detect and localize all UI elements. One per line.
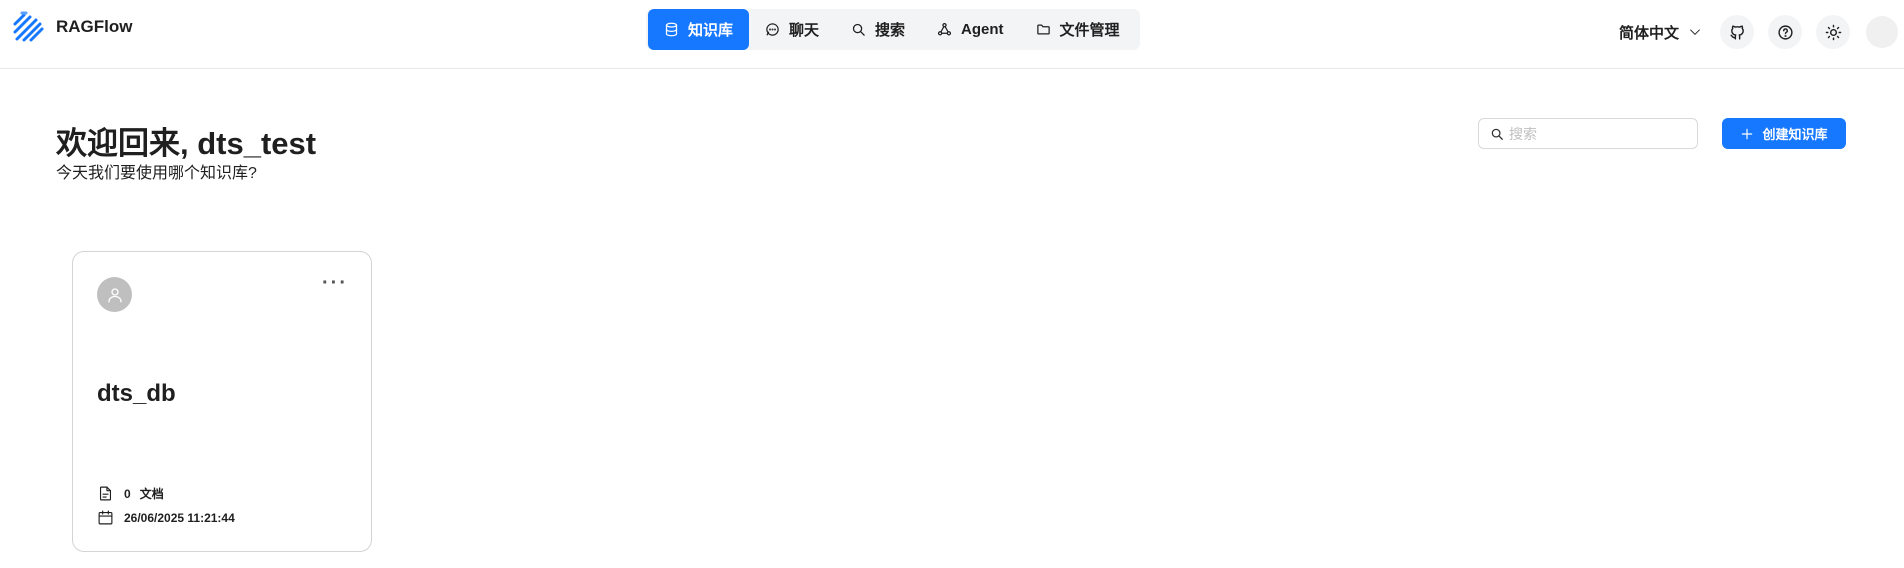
document-icon (99, 486, 112, 501)
nav-agent-label: Agent (961, 21, 1004, 38)
ragflow-logo-icon (13, 11, 44, 42)
search-box[interactable] (1478, 118, 1698, 149)
nav-chat-label: 聊天 (789, 22, 820, 39)
github-icon (1729, 24, 1744, 40)
search-icon (852, 23, 865, 36)
agent-icon (937, 22, 952, 36)
sun-icon (1825, 24, 1841, 40)
create-knowledge-base-button[interactable]: 创建知识库 (1722, 118, 1846, 149)
knowledge-base-card[interactable]: ··· dts_db 0 文档 26/06/2025 11:21:44 (72, 251, 372, 552)
nav-knowledge-base-label: 知识库 (688, 22, 734, 39)
nav-search[interactable]: 搜索 (835, 9, 921, 50)
language-label: 简体中文 (1618, 24, 1679, 42)
ellipsis-icon: ··· (322, 271, 348, 294)
created-date: 26/06/2025 11:21:44 (97, 509, 235, 526)
document-count: 0 文档 (97, 485, 164, 502)
nav-search-label: 搜索 (875, 22, 906, 39)
nav-chat[interactable]: 聊天 (749, 9, 835, 50)
knowledge-base-name: dts_db (97, 380, 176, 407)
top-header: RAGFlow 知识库 聊天 搜索 Agent 文件管理 简体中文 (0, 0, 1904, 69)
chat-icon (766, 23, 779, 36)
created-date-value: 26/06/2025 11:21:44 (124, 510, 235, 525)
language-selector[interactable]: 简体中文 (1619, 22, 1702, 43)
main-nav: 知识库 聊天 搜索 Agent 文件管理 (646, 9, 1140, 50)
more-options-button[interactable]: ··· (317, 272, 353, 294)
header-tools: 简体中文 (1619, 12, 1904, 52)
document-count-value: 0 (124, 486, 131, 501)
welcome-title: 欢迎回来, dts_test (56, 126, 317, 161)
theme-toggle-button[interactable] (1816, 15, 1850, 49)
github-button[interactable] (1720, 15, 1754, 49)
welcome-subtitle: 今天我们要使用哪个知识库? (56, 165, 257, 182)
knowledge-base-avatar (97, 277, 132, 312)
search-icon (1491, 128, 1503, 140)
database-icon (665, 22, 678, 37)
help-button[interactable] (1768, 15, 1802, 49)
nav-file-management[interactable]: 文件管理 (1020, 9, 1136, 50)
user-avatar[interactable] (1866, 16, 1898, 48)
nav-agent[interactable]: Agent (921, 9, 1020, 50)
chevron-down-icon (1690, 29, 1700, 35)
help-icon (1777, 24, 1793, 40)
app-logo[interactable]: RAGFlow (12, 8, 133, 46)
plus-icon (1742, 128, 1753, 139)
document-count-label: 文档 (139, 487, 164, 501)
nav-file-management-label: 文件管理 (1059, 22, 1120, 39)
calendar-icon (98, 510, 113, 525)
search-input[interactable] (1509, 125, 1689, 142)
create-knowledge-base-label: 创建知识库 (1762, 127, 1828, 142)
folder-icon (1036, 24, 1050, 35)
app-name: RAGFlow (56, 17, 133, 36)
nav-knowledge-base[interactable]: 知识库 (648, 9, 750, 50)
user-icon (107, 287, 122, 302)
